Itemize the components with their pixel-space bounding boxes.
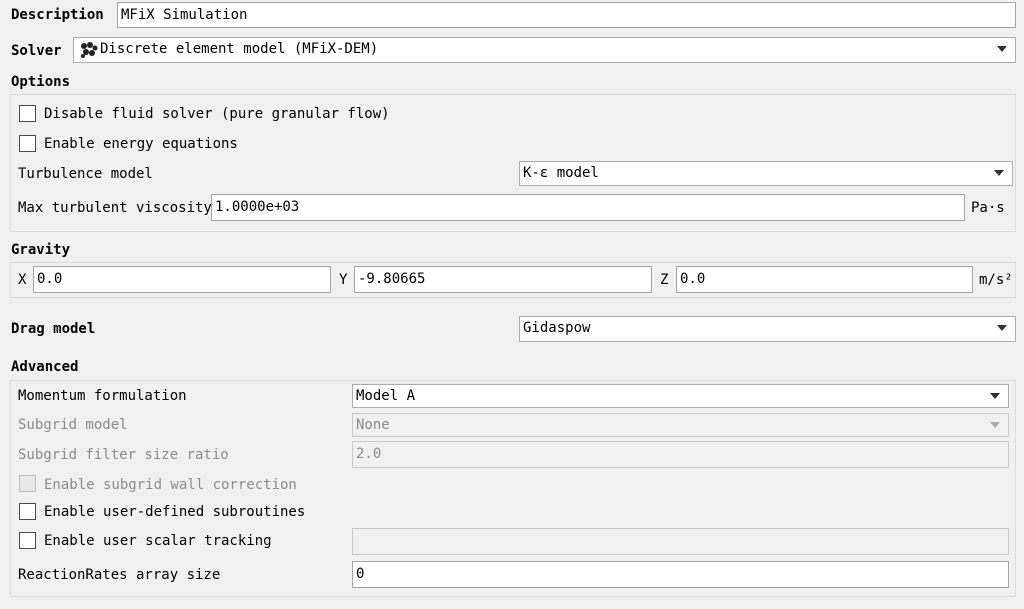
gravity-y-label: Y — [339, 272, 348, 288]
user-subroutines-checkbox[interactable] — [19, 503, 36, 520]
subgrid-model-dropdown[interactable]: None — [352, 413, 1009, 437]
disable-fluid-checkbox[interactable] — [19, 105, 36, 122]
user-subroutines-label: Enable user-defined subroutines — [44, 504, 306, 520]
turbulence-label: Turbulence model — [18, 166, 153, 182]
gravity-unit: m/s² — [979, 272, 1013, 288]
reaction-rates-input[interactable]: 0 — [352, 561, 1009, 588]
wall-correction-checkbox[interactable] — [19, 475, 36, 492]
chevron-down-icon — [990, 393, 1000, 399]
chevron-down-icon — [997, 46, 1007, 52]
drag-model-label: Drag model — [11, 321, 96, 337]
chevron-down-icon — [997, 325, 1007, 331]
turbulence-dropdown[interactable]: K-ε model — [519, 161, 1013, 186]
gravity-x-input[interactable]: 0.0 — [33, 266, 331, 293]
advanced-title: Advanced — [11, 359, 79, 375]
drag-model-value: Gidaspow — [523, 320, 591, 336]
disable-fluid-label: Disable fluid solver (pure granular flow… — [44, 106, 390, 122]
enable-energy-checkbox[interactable] — [19, 135, 36, 152]
turbulence-value: K-ε model — [523, 165, 599, 181]
chevron-down-icon — [994, 170, 1004, 176]
gravity-title: Gravity — [11, 242, 71, 258]
max-viscosity-unit: Pa·s — [971, 200, 1005, 216]
options-title: Options — [11, 74, 71, 90]
subgrid-model-label: Subgrid model — [18, 417, 128, 433]
enable-energy-label: Enable energy equations — [44, 136, 238, 152]
momentum-label: Momentum formulation — [18, 388, 187, 404]
reaction-rates-label: ReactionRates array size — [18, 567, 221, 583]
wall-correction-label: Enable subgrid wall correction — [44, 477, 297, 493]
solver-dropdown[interactable]: Discrete element model (MFiX-DEM) — [73, 37, 1016, 63]
drag-model-dropdown[interactable]: Gidaspow — [519, 316, 1016, 342]
momentum-dropdown[interactable]: Model A — [352, 384, 1009, 408]
max-viscosity-label: Max turbulent viscosity — [18, 200, 212, 216]
description-label: Description — [11, 7, 104, 23]
chevron-down-icon — [990, 422, 1000, 428]
gravity-z-label: Z — [660, 272, 669, 288]
solver-label: Solver — [11, 43, 62, 59]
description-input[interactable]: MFiX Simulation — [117, 2, 1016, 28]
subgrid-model-value: None — [356, 417, 390, 433]
subgrid-filter-input[interactable]: 2.0 — [352, 441, 1009, 468]
scalar-tracking-input[interactable] — [352, 528, 1009, 555]
max-viscosity-input[interactable]: 1.0000e+03 — [211, 194, 965, 221]
momentum-value: Model A — [356, 388, 416, 404]
scalar-tracking-label: Enable user scalar tracking — [44, 533, 272, 549]
gravity-x-label: X — [18, 272, 27, 288]
gravity-y-input[interactable]: -9.80665 — [354, 266, 652, 293]
gravity-z-input[interactable]: 0.0 — [676, 266, 973, 293]
solver-value: Discrete element model (MFiX-DEM) — [100, 41, 379, 57]
subgrid-filter-label: Subgrid filter size ratio — [18, 447, 229, 463]
particles-icon — [81, 42, 98, 58]
scalar-tracking-checkbox[interactable] — [19, 532, 36, 549]
